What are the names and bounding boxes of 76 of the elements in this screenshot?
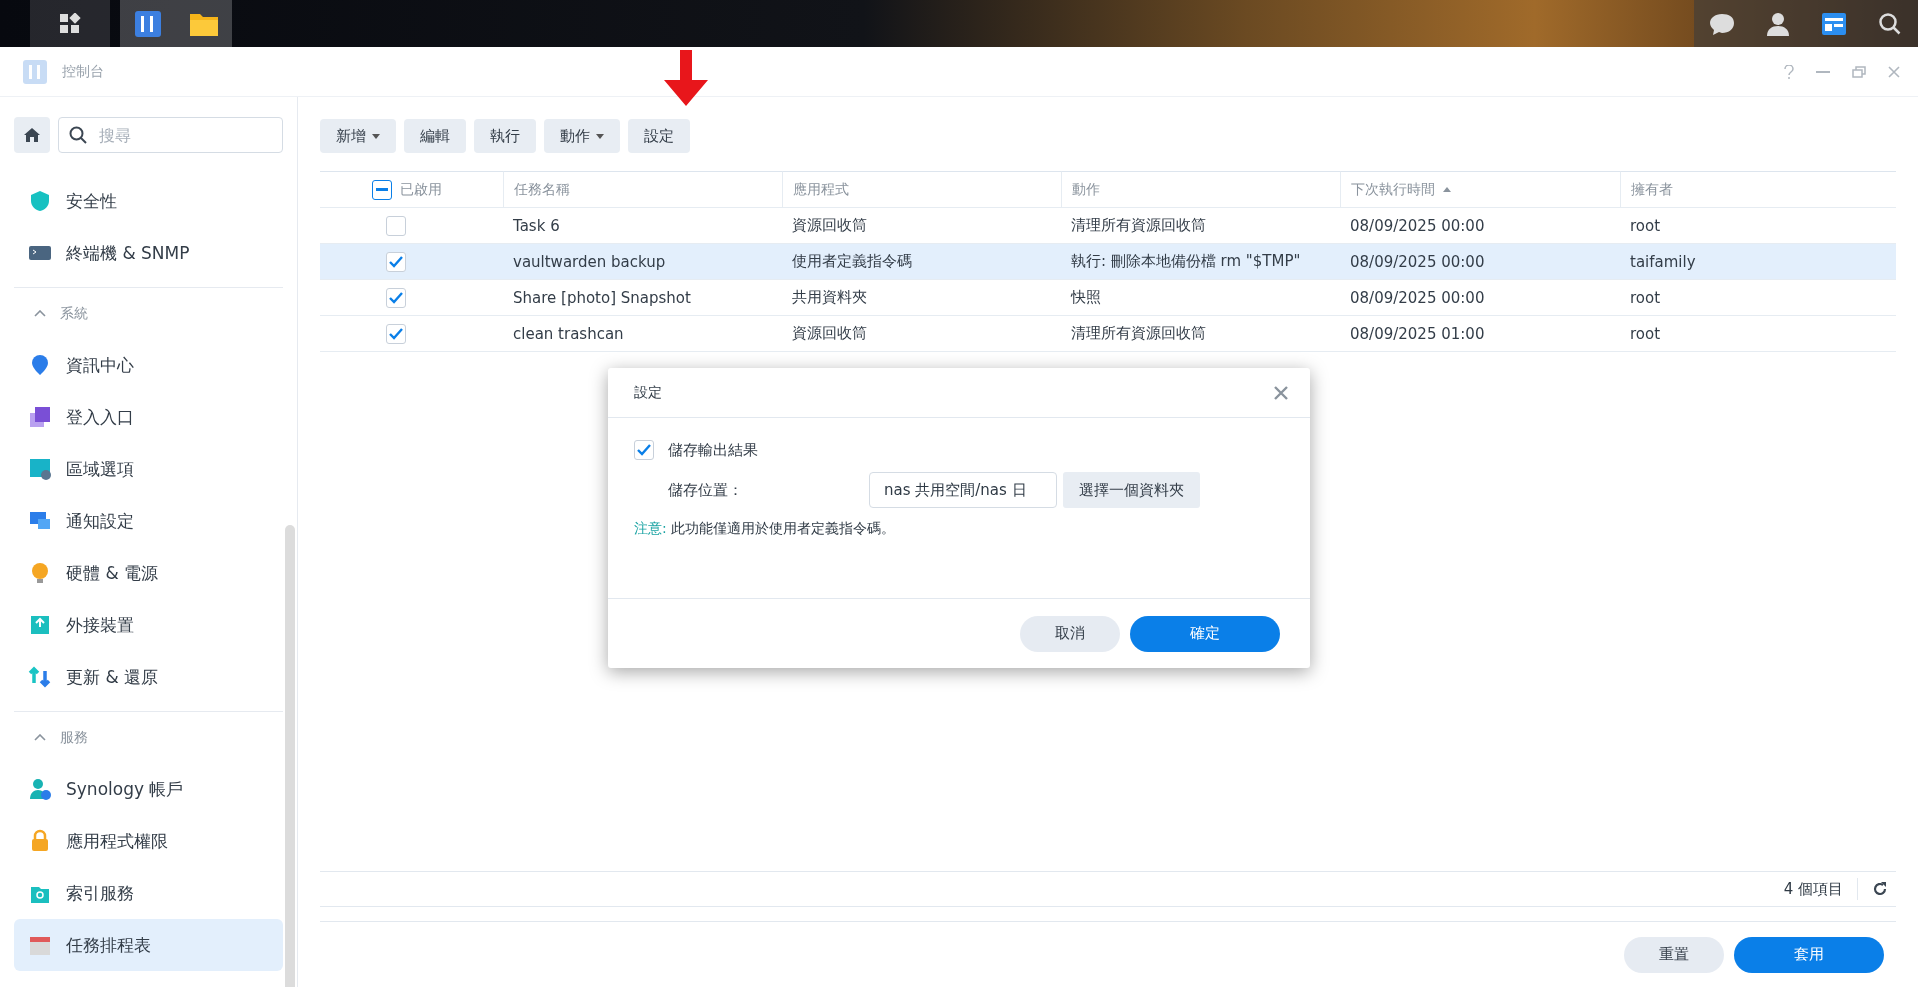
home-button[interactable] <box>14 117 50 153</box>
control-panel-taskbar-button[interactable] <box>120 0 176 47</box>
item-count: 4 個項目 <box>1783 879 1843 899</box>
home-icon <box>23 127 41 143</box>
sync-icon <box>28 665 52 689</box>
toolbar-button[interactable]: 動作 <box>544 119 620 153</box>
scrollbar[interactable] <box>285 525 295 987</box>
sidebar-item[interactable]: 資訊中心 <box>14 339 283 391</box>
file-station-taskbar-button[interactable] <box>176 0 232 47</box>
taskbar-button[interactable] <box>1694 0 1750 47</box>
reset-button[interactable]: 重置 <box>1624 936 1724 973</box>
search-button[interactable] <box>1862 0 1918 47</box>
checkbox-label: 儲存輸出結果 <box>668 440 758 460</box>
caret-icon <box>372 133 380 139</box>
location-field[interactable]: nas 共用空間/nas 日 <box>869 472 1057 508</box>
check-icon <box>389 291 403 304</box>
toolbar-button[interactable]: 執行 <box>474 119 536 153</box>
sidebar-item[interactable]: 區域選項 <box>14 443 283 495</box>
close-icon[interactable] <box>1274 385 1288 400</box>
table-cell: vaultwarden backup <box>503 244 782 280</box>
sidebar-item[interactable]: 終端機 & SNMP <box>14 227 283 279</box>
shield-icon <box>28 189 52 213</box>
enabled-checkbox[interactable] <box>386 215 406 236</box>
note-label: 注意: <box>634 520 667 536</box>
check-icon <box>389 327 403 340</box>
enabled-checkbox[interactable] <box>386 287 406 308</box>
sidebar-item[interactable]: 索引服務 <box>14 867 283 919</box>
table-cell: 執行: 刪除本地備份檔 rm "$TMP" <box>1061 244 1340 280</box>
field-label: 儲存位置： <box>668 480 743 500</box>
search-icon <box>69 126 87 144</box>
pointer-arrow <box>664 50 708 106</box>
sidebar-item[interactable]: 應用程式權限 <box>14 815 283 867</box>
control-panel-icon <box>22 58 48 85</box>
table-cell: 使用者定義指令碼 <box>782 244 1061 280</box>
search-field[interactable]: 搜尋 <box>58 117 283 153</box>
check-icon <box>389 255 403 268</box>
upload-icon <box>28 613 52 637</box>
check-icon <box>637 444 651 456</box>
enabled-checkbox[interactable] <box>386 323 406 344</box>
sidebar-item[interactable]: 外接裝置 <box>14 599 283 651</box>
minus-icon <box>376 188 388 191</box>
sidebar-item[interactable]: 任務排程表 <box>14 919 283 971</box>
chat-icon <box>1709 11 1735 36</box>
toolbar-button[interactable]: 新增 <box>320 119 396 153</box>
sidebar-item[interactable]: 安全性 <box>14 175 283 227</box>
chevron-icon <box>34 734 46 741</box>
sidebar-item[interactable]: 更新 & 還原 <box>14 651 283 703</box>
control-panel-icon <box>133 8 163 39</box>
table-cell: taifamily <box>1620 244 1896 280</box>
sort-up-icon <box>1443 187 1451 192</box>
sidebar-item[interactable]: 登入入口 <box>14 391 283 443</box>
sidebar-item[interactable]: Synology 帳戶 <box>14 763 283 815</box>
user-icon <box>28 777 52 801</box>
grid-icon <box>59 12 81 35</box>
dialog-title: 設定 <box>634 383 662 402</box>
sidebar-item[interactable]: 硬體 & 電源 <box>14 547 283 599</box>
confirm-button[interactable]: 確定 <box>1130 615 1280 652</box>
widget-icon <box>1821 11 1847 36</box>
note-text: 此功能僅適用於使用者定義指令碼。 <box>670 520 895 536</box>
toolbar-button[interactable]: 設定 <box>628 119 690 153</box>
refresh-icon[interactable] <box>1872 881 1888 897</box>
user-icon <box>1766 11 1790 36</box>
main-menu-button[interactable] <box>30 0 110 47</box>
enabled-checkbox[interactable] <box>386 251 406 272</box>
chevron-icon <box>34 310 46 317</box>
window-title: 控制台 <box>62 62 105 81</box>
search-icon <box>1878 11 1902 36</box>
caret-icon <box>596 133 604 139</box>
table-cell: 08/09/2025 00:00 <box>1340 244 1620 280</box>
choose-folder-button[interactable]: 選擇一個資料夾 <box>1063 472 1200 508</box>
cancel-button[interactable]: 取消 <box>1020 615 1120 652</box>
toolbar-button[interactable]: 編輯 <box>404 119 466 153</box>
sidebar-item[interactable]: 通知設定 <box>14 495 283 547</box>
select-all-checkbox[interactable] <box>372 179 392 200</box>
apply-button[interactable]: 套用 <box>1734 936 1884 973</box>
save-output-checkbox[interactable] <box>634 440 654 460</box>
